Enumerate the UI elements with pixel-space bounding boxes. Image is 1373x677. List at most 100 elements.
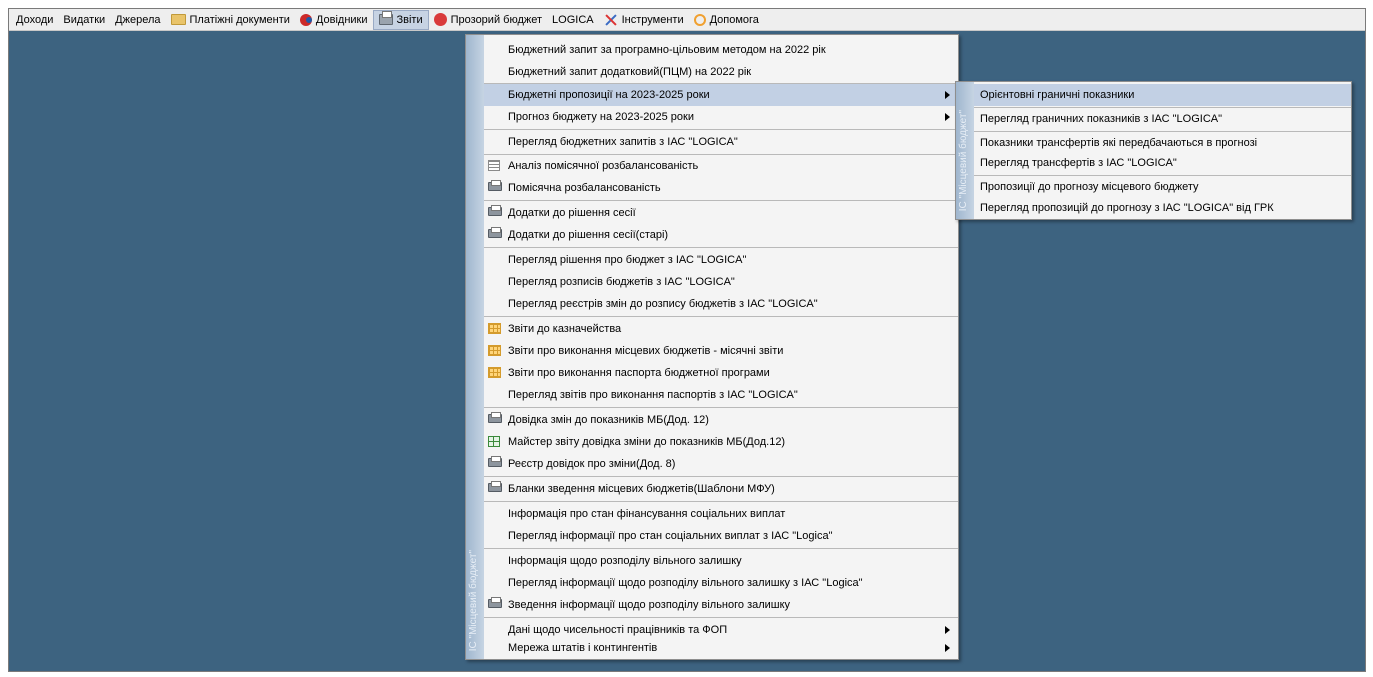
submenu-item-view-limits[interactable]: Перегляд граничних показників з ІАС "LOG…: [974, 108, 1351, 130]
menu-item-label: Помісячна розбалансованість: [508, 182, 661, 194]
menu-item-budget-request-2022[interactable]: Бюджетний запит за програмно-цільовим ме…: [484, 39, 958, 61]
main-menubar: Доходи Видатки Джерела Платіжні документ…: [9, 9, 1365, 31]
submenu-arrow-icon: [945, 113, 950, 121]
menu-item-session-decision-appendices-old[interactable]: Додатки до рішення сесії(старі): [484, 224, 958, 246]
menu-item-label: Звіти про виконання місцевих бюджетів - …: [508, 345, 784, 357]
menu-item-label: Бюджетний запит за програмно-цільовим ме…: [508, 44, 826, 56]
menu-item-label: Звіти до казначейства: [508, 323, 622, 335]
menu-transparent-budget[interactable]: Прозорий бюджет: [429, 10, 547, 30]
budget-proposals-submenu: ІС "Місцевий бюджет" Орієнтовні граничні…: [955, 81, 1352, 220]
menu-item-view-free-balance-distribution[interactable]: Перегляд інформації щодо розподілу вільн…: [484, 572, 958, 594]
grid-icon: [488, 345, 501, 356]
menu-item-label: Додатки до рішення сесії(старі): [508, 229, 669, 241]
menu-item-view-budget-decision[interactable]: Перегляд рішення про бюджет з ІАС "LOGIC…: [484, 249, 958, 271]
menu-item-budget-request-additional[interactable]: Бюджетний запит додатковий(ПЦМ) на 2022 …: [484, 61, 958, 83]
menu-item-change-certificates-register[interactable]: Реєстр довідок про зміни(Дод. 8): [484, 453, 958, 475]
menu-item-local-budgets-monthly-reports[interactable]: Звіти про виконання місцевих бюджетів - …: [484, 340, 958, 362]
menu-item-view-budget-requests[interactable]: Перегляд бюджетних запитів з ІАС "LOGICA…: [484, 131, 958, 153]
menu-item-monthly-imbalance-analysis[interactable]: Аналіз помісячної розбалансованість: [484, 155, 958, 177]
menu-sources-label: Джерела: [115, 13, 161, 26]
menu-item-change-certificate-wizard[interactable]: Майстер звіту довідка зміни до показникі…: [484, 431, 958, 453]
menu-logica[interactable]: LOGICA: [547, 10, 599, 30]
submenu-item-label: Перегляд граничних показників з ІАС "LOG…: [980, 113, 1223, 125]
menu-item-label: Перегляд розписів бюджетів з ІАС "LOGICA…: [508, 276, 735, 288]
menu-item-label: Інформація про стан фінансування соціаль…: [508, 508, 786, 520]
menu-tools[interactable]: Інструменти: [599, 10, 689, 30]
menu-item-label: Перегляд бюджетних запитів з ІАС "LOGICA…: [508, 136, 738, 148]
menu-item-program-passport-reports[interactable]: Звіти про виконання паспорта бюджетної п…: [484, 362, 958, 384]
menu-item-view-budget-schedules[interactable]: Перегляд розписів бюджетів з ІАС "LOGICA…: [484, 271, 958, 293]
menu-item-label: Реєстр довідок про зміни(Дод. 8): [508, 458, 676, 470]
menu-item-label: Перегляд рішення про бюджет з ІАС "LOGIC…: [508, 254, 747, 266]
menu-separator: [484, 501, 958, 502]
menu-payment-documents-label: Платіжні документи: [189, 13, 290, 26]
help-icon: [693, 13, 706, 26]
menu-item-budget-forecast[interactable]: Прогноз бюджету на 2023-2025 роки: [484, 106, 958, 128]
submenu-item-label: Перегляд трансфертів з ІАС "LOGICA": [980, 157, 1177, 169]
menu-reports[interactable]: Звіти: [372, 9, 429, 30]
submenu-item-label: Пропозиції до прогнозу місцевого бюджету: [980, 181, 1199, 193]
menu-item-staff-network[interactable]: Мережа штатів і контингентів: [484, 637, 958, 659]
menu-payment-documents[interactable]: Платіжні документи: [166, 10, 295, 30]
printer-icon: [488, 456, 502, 467]
menu-item-free-balance-summary[interactable]: Зведення інформації щодо розподілу вільн…: [484, 594, 958, 616]
menu-reports-label: Звіти: [396, 13, 423, 26]
menu-separator: [484, 200, 958, 201]
menu-item-session-decision-appendices[interactable]: Додатки до рішення сесії: [484, 202, 958, 224]
menu-tools-label: Інструменти: [621, 13, 684, 26]
menu-references[interactable]: Довідники: [295, 10, 373, 30]
submenu-arrow-icon: [945, 626, 950, 634]
tools-icon: [604, 13, 618, 27]
add-table-icon: [488, 436, 500, 447]
menu-item-label: Перегляд інформації щодо розподілу вільн…: [508, 577, 863, 589]
menu-item-label: Інформація щодо розподілу вільного залиш…: [508, 555, 742, 567]
menu-separator: [484, 129, 958, 130]
menu-item-view-social-payments-info[interactable]: Перегляд інформації про стан соціальних …: [484, 525, 958, 547]
submenu-stripe-text: ІС "Місцевий бюджет": [958, 109, 969, 211]
grid-icon: [488, 323, 501, 334]
menu-income[interactable]: Доходи: [11, 10, 58, 30]
menu-item-label: Перегляд інформації про стан соціальних …: [508, 530, 833, 542]
menu-separator: [484, 617, 958, 618]
grid-icon: [488, 367, 501, 378]
menu-help[interactable]: Допомога: [689, 10, 764, 30]
menu-item-label: Аналіз помісячної розбалансованість: [508, 160, 699, 172]
menu-item-label: Звіти про виконання паспорта бюджетної п…: [508, 367, 770, 379]
submenu-item-view-transfers[interactable]: Перегляд трансфертів з ІАС "LOGICA": [974, 152, 1351, 174]
submenu-item-indicative-limits[interactable]: Орієнтовні граничні показники: [974, 84, 1351, 106]
folder-icon: [170, 14, 186, 25]
submenu-item-view-forecast-proposals[interactable]: Перегляд пропозицій до прогнозу з ІАС "L…: [974, 197, 1351, 219]
menu-item-label: Бюджетний запит додатковий(ПЦМ) на 2022 …: [508, 66, 752, 78]
menu-item-consolidation-forms[interactable]: Бланки зведення місцевих бюджетів(Шаблон…: [484, 478, 958, 500]
menu-item-label: Перегляд реєстрів змін до розпису бюджет…: [508, 298, 818, 310]
menu-item-free-balance-distribution[interactable]: Інформація щодо розподілу вільного залиш…: [484, 550, 958, 572]
menu-item-label: Бюджетні пропозиції на 2023-2025 роки: [508, 89, 710, 101]
printer-icon: [378, 11, 393, 25]
submenu-item-label: Орієнтовні граничні показники: [980, 89, 1135, 101]
menu-separator: [484, 476, 958, 477]
printer-icon: [488, 412, 502, 423]
menu-item-view-passport-reports[interactable]: Перегляд звітів про виконання паспортів …: [484, 384, 958, 406]
table-icon: [488, 160, 500, 171]
menu-item-budget-proposals[interactable]: Бюджетні пропозиції на 2023-2025 роки: [484, 84, 958, 106]
menu-help-label: Допомога: [709, 13, 759, 26]
menu-item-label: Прогноз бюджету на 2023-2025 роки: [508, 111, 694, 123]
menu-item-label: Дані щодо чисельності працівників та ФОП: [508, 624, 728, 636]
menu-item-view-schedule-changes-registers[interactable]: Перегляд реєстрів змін до розпису бюджет…: [484, 293, 958, 315]
printer-icon: [488, 205, 502, 216]
menu-item-monthly-imbalance[interactable]: Помісячна розбалансованість: [484, 177, 958, 199]
menu-expenses-label: Видатки: [63, 13, 106, 26]
menu-expenses[interactable]: Видатки: [58, 10, 110, 30]
submenu-item-transfer-indicators[interactable]: Показники трансфертів які передбачаються…: [974, 132, 1351, 154]
menu-side-stripe: ІС "Місцевий бюджет": [466, 35, 484, 659]
submenu-item-label: Перегляд пропозицій до прогнозу з ІАС "L…: [980, 202, 1274, 214]
menu-item-label: Майстер звіту довідка зміни до показникі…: [508, 436, 786, 448]
menu-item-treasury-reports[interactable]: Звіти до казначейства: [484, 318, 958, 340]
menu-sources[interactable]: Джерела: [110, 10, 165, 30]
submenu-side-stripe: ІС "Місцевий бюджет": [956, 82, 974, 219]
menu-item-change-certificate[interactable]: Довідка змін до показників МБ(Дод. 12): [484, 409, 958, 431]
menu-item-label: Додатки до рішення сесії: [508, 207, 636, 219]
menu-income-label: Доходи: [16, 13, 54, 26]
menu-item-social-payments-info[interactable]: Інформація про стан фінансування соціаль…: [484, 503, 958, 525]
submenu-item-forecast-proposals[interactable]: Пропозиції до прогнозу місцевого бюджету: [974, 176, 1351, 198]
